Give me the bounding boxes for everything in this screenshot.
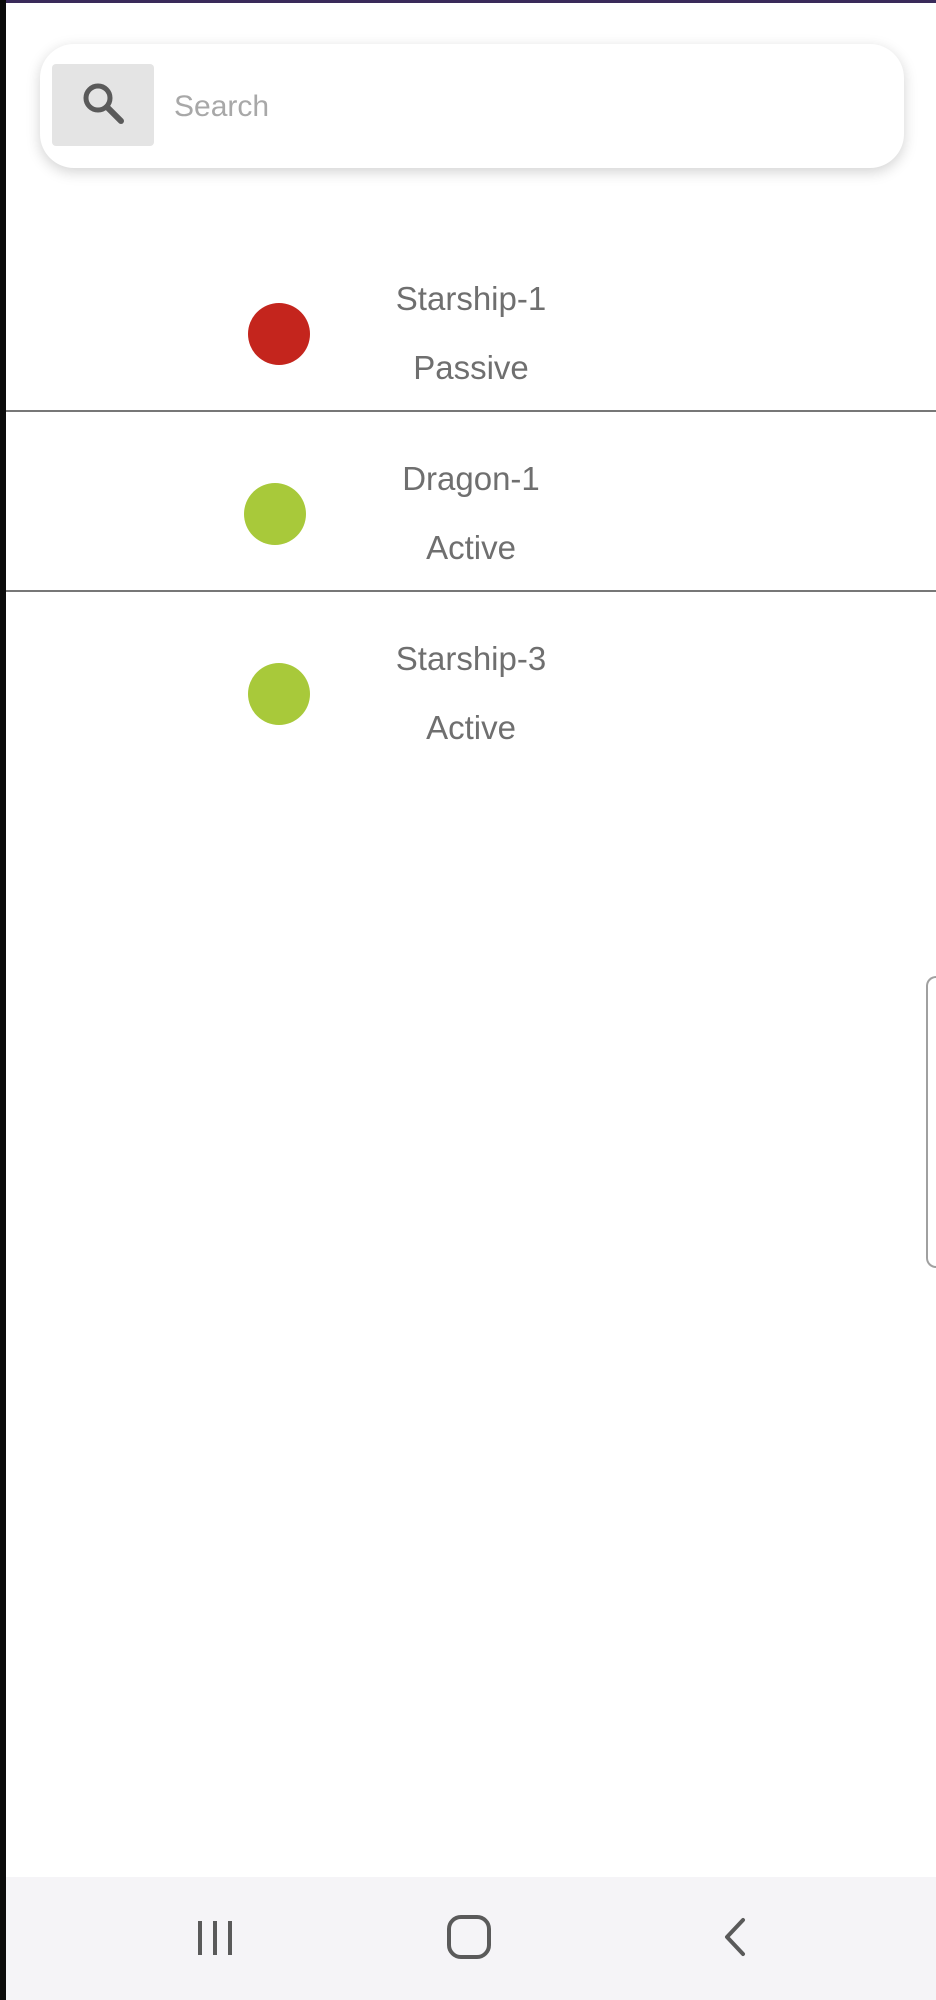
device-status: Active bbox=[426, 709, 516, 746]
recents-button[interactable] bbox=[160, 1897, 270, 1981]
device-list: Starship-1 Passive Dragon-1 Active Stars… bbox=[6, 232, 936, 772]
edge-panel-handle[interactable] bbox=[926, 976, 936, 1268]
recents-icon bbox=[190, 1915, 240, 1964]
search-button[interactable] bbox=[52, 64, 154, 146]
app-screen: Starship-1 Passive Dragon-1 Active Stars… bbox=[6, 0, 936, 2000]
search-icon bbox=[79, 79, 127, 132]
system-nav-bar bbox=[6, 1877, 936, 2000]
home-button[interactable] bbox=[414, 1897, 524, 1981]
device-status: Active bbox=[426, 529, 516, 566]
device-name: Starship-3 bbox=[395, 640, 547, 677]
device-status: Passive bbox=[413, 349, 529, 386]
back-button[interactable] bbox=[680, 1897, 790, 1981]
device-name: Dragon-1 bbox=[402, 460, 540, 497]
search-bar bbox=[40, 44, 904, 168]
search-input[interactable] bbox=[172, 76, 876, 138]
device-row-dragon-1[interactable]: Dragon-1 Active bbox=[6, 412, 936, 592]
device-row-starship-1[interactable]: Starship-1 Passive bbox=[6, 232, 936, 412]
top-edge-divider bbox=[6, 0, 936, 3]
back-icon bbox=[715, 1912, 755, 1967]
device-row-starship-3[interactable]: Starship-3 Active bbox=[6, 592, 936, 772]
home-icon bbox=[444, 1912, 494, 1967]
device-name: Starship-1 bbox=[395, 280, 547, 317]
